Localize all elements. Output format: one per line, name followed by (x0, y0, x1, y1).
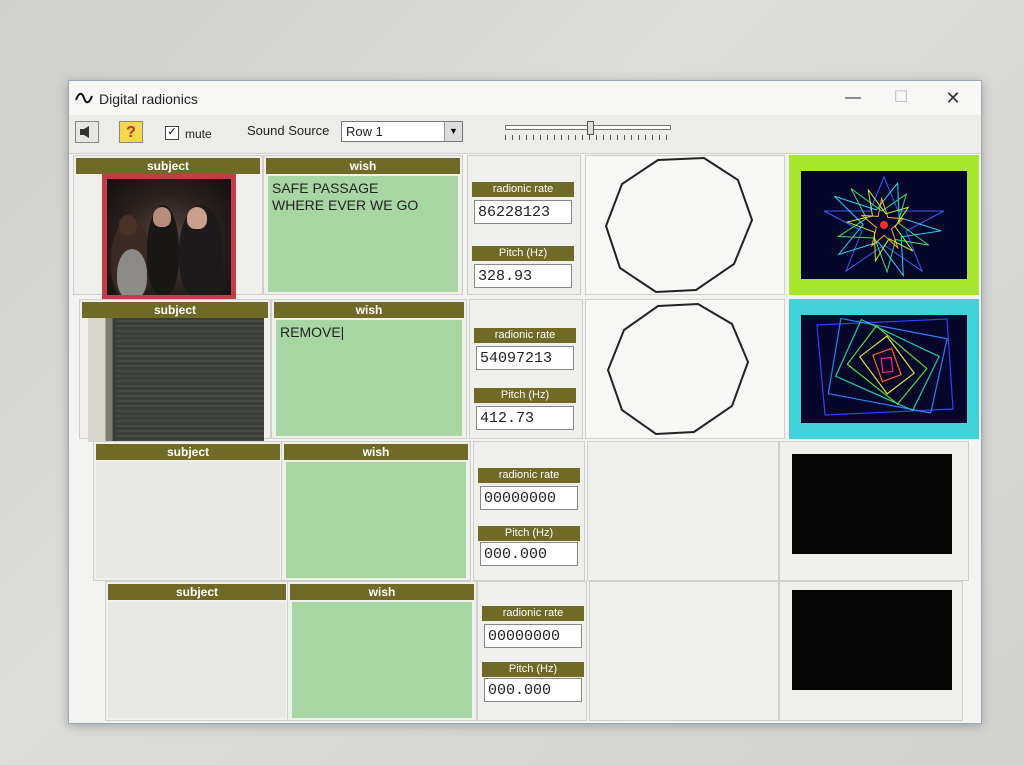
wish-header: wish (274, 302, 464, 318)
mute-checkbox[interactable]: ✓ (165, 126, 179, 140)
spiral-display (801, 315, 967, 423)
row-3: subject wish radionic rate 00000000 Pitc… (73, 441, 977, 581)
pitch-label: Pitch (Hz) (478, 526, 580, 541)
spiral-frame (789, 299, 979, 439)
wish-line: WHERE EVER WE GO (272, 197, 419, 213)
minimize-button[interactable]: — (833, 85, 873, 111)
wish-cell[interactable]: wish SAFE PASSAGE WHERE EVER WE GO (263, 155, 463, 295)
maximize-button[interactable]: ☐ (881, 85, 921, 111)
wish-header: wish (284, 444, 468, 460)
visual-cell (785, 299, 979, 439)
row-4: subject wish radionic rate 00000000 Pitc… (73, 581, 977, 721)
wish-text-area[interactable]: SAFE PASSAGE WHERE EVER WE GO (268, 176, 458, 292)
subject-photo (102, 174, 236, 300)
wish-cell[interactable]: wish REMOVE| (271, 299, 467, 439)
spiral-display (801, 171, 967, 279)
sound-source-value: Row 1 (346, 124, 383, 139)
subject-cell[interactable]: subject (73, 155, 263, 300)
radionic-rate-field[interactable]: 00000000 (484, 624, 582, 648)
rate-cell: radionic rate 00000000 Pitch (Hz) 000.00… (473, 441, 585, 581)
wish-header: wish (290, 584, 474, 600)
subject-empty[interactable] (108, 602, 286, 718)
title-bar[interactable]: Digital radionics — ☐ ✕ (69, 81, 981, 115)
app-window: Digital radionics — ☐ ✕ ? ✓ mute Sound S… (68, 80, 982, 724)
radionic-rate-label: radionic rate (478, 468, 580, 483)
pitch-field[interactable]: 328.93 (474, 264, 572, 288)
slider-ticks (505, 135, 669, 140)
pitch-field[interactable]: 412.73 (476, 406, 574, 430)
pitch-label: Pitch (Hz) (472, 246, 574, 261)
radionic-rate-field[interactable]: 54097213 (476, 346, 574, 370)
row-1: subject wish SAFE PASSAGE WHERE EVER WE … (73, 155, 979, 300)
blank-display (792, 590, 952, 690)
help-button[interactable]: ? (119, 121, 143, 143)
visual-cell (785, 155, 979, 295)
save-sound-button[interactable] (75, 121, 99, 143)
blank-display (792, 454, 952, 554)
radionic-rate-label: radionic rate (474, 328, 576, 343)
row-2: subject wish REMOVE| radionic rate 54097… (73, 299, 979, 442)
subject-header: subject (82, 302, 268, 318)
radionic-rate-field[interactable]: 86228123 (474, 200, 572, 224)
wish-text-area[interactable] (292, 602, 472, 718)
subject-header: subject (108, 584, 286, 600)
subject-cell[interactable]: subject (93, 441, 283, 581)
wish-text-area[interactable]: REMOVE| (276, 320, 462, 436)
window-title: Digital radionics (99, 91, 198, 107)
subject-header: subject (76, 158, 260, 174)
chevron-down-icon[interactable]: ▼ (444, 122, 462, 141)
sound-source-select[interactable]: Row 1 ▼ (341, 121, 463, 142)
visual-cell (779, 581, 963, 721)
radionic-rate-label: radionic rate (482, 606, 584, 621)
question-icon: ? (126, 124, 136, 141)
subject-header: subject (96, 444, 280, 460)
radionic-rate-field[interactable]: 00000000 (480, 486, 578, 510)
rate-cell: radionic rate 54097213 Pitch (Hz) 412.73 (469, 299, 583, 439)
speaker-icon (80, 126, 89, 138)
subject-cell[interactable]: subject (79, 299, 271, 442)
subject-empty[interactable] (96, 462, 280, 578)
subject-photo (88, 318, 264, 442)
polygon-shape (604, 156, 754, 294)
pitch-field[interactable]: 000.000 (484, 678, 582, 702)
visual-cell (779, 441, 969, 581)
polygon-cell (589, 581, 779, 721)
wish-cell[interactable]: wish (281, 441, 471, 581)
rate-cell: radionic rate 86228123 Pitch (Hz) 328.93 (467, 155, 581, 295)
wish-cell[interactable]: wish (287, 581, 477, 721)
rate-cell: radionic rate 00000000 Pitch (Hz) 000.00… (477, 581, 587, 721)
sound-source-label: Sound Source (247, 123, 330, 138)
subject-cell[interactable]: subject (105, 581, 289, 721)
mute-label: mute (185, 127, 212, 141)
pitch-field[interactable]: 000.000 (480, 542, 578, 566)
wish-line: SAFE PASSAGE (272, 180, 379, 196)
spiral-frame (789, 155, 979, 295)
wish-header: wish (266, 158, 460, 174)
toolbar: ? ✓ mute Sound Source Row 1 ▼ (69, 115, 981, 154)
polygon-cell (585, 155, 785, 295)
polygon-cell (585, 299, 785, 439)
wave-icon (75, 92, 93, 104)
polygon-cell (587, 441, 779, 581)
wish-text-area[interactable] (286, 462, 466, 578)
radionic-rate-label: radionic rate (472, 182, 574, 197)
wish-line: REMOVE| (280, 324, 345, 340)
pitch-label: Pitch (Hz) (474, 388, 576, 403)
close-button[interactable]: ✕ (933, 85, 973, 111)
pitch-label: Pitch (Hz) (482, 662, 584, 677)
slider-thumb[interactable] (587, 121, 594, 135)
polygon-shape (606, 302, 750, 436)
volume-slider[interactable] (505, 121, 671, 141)
